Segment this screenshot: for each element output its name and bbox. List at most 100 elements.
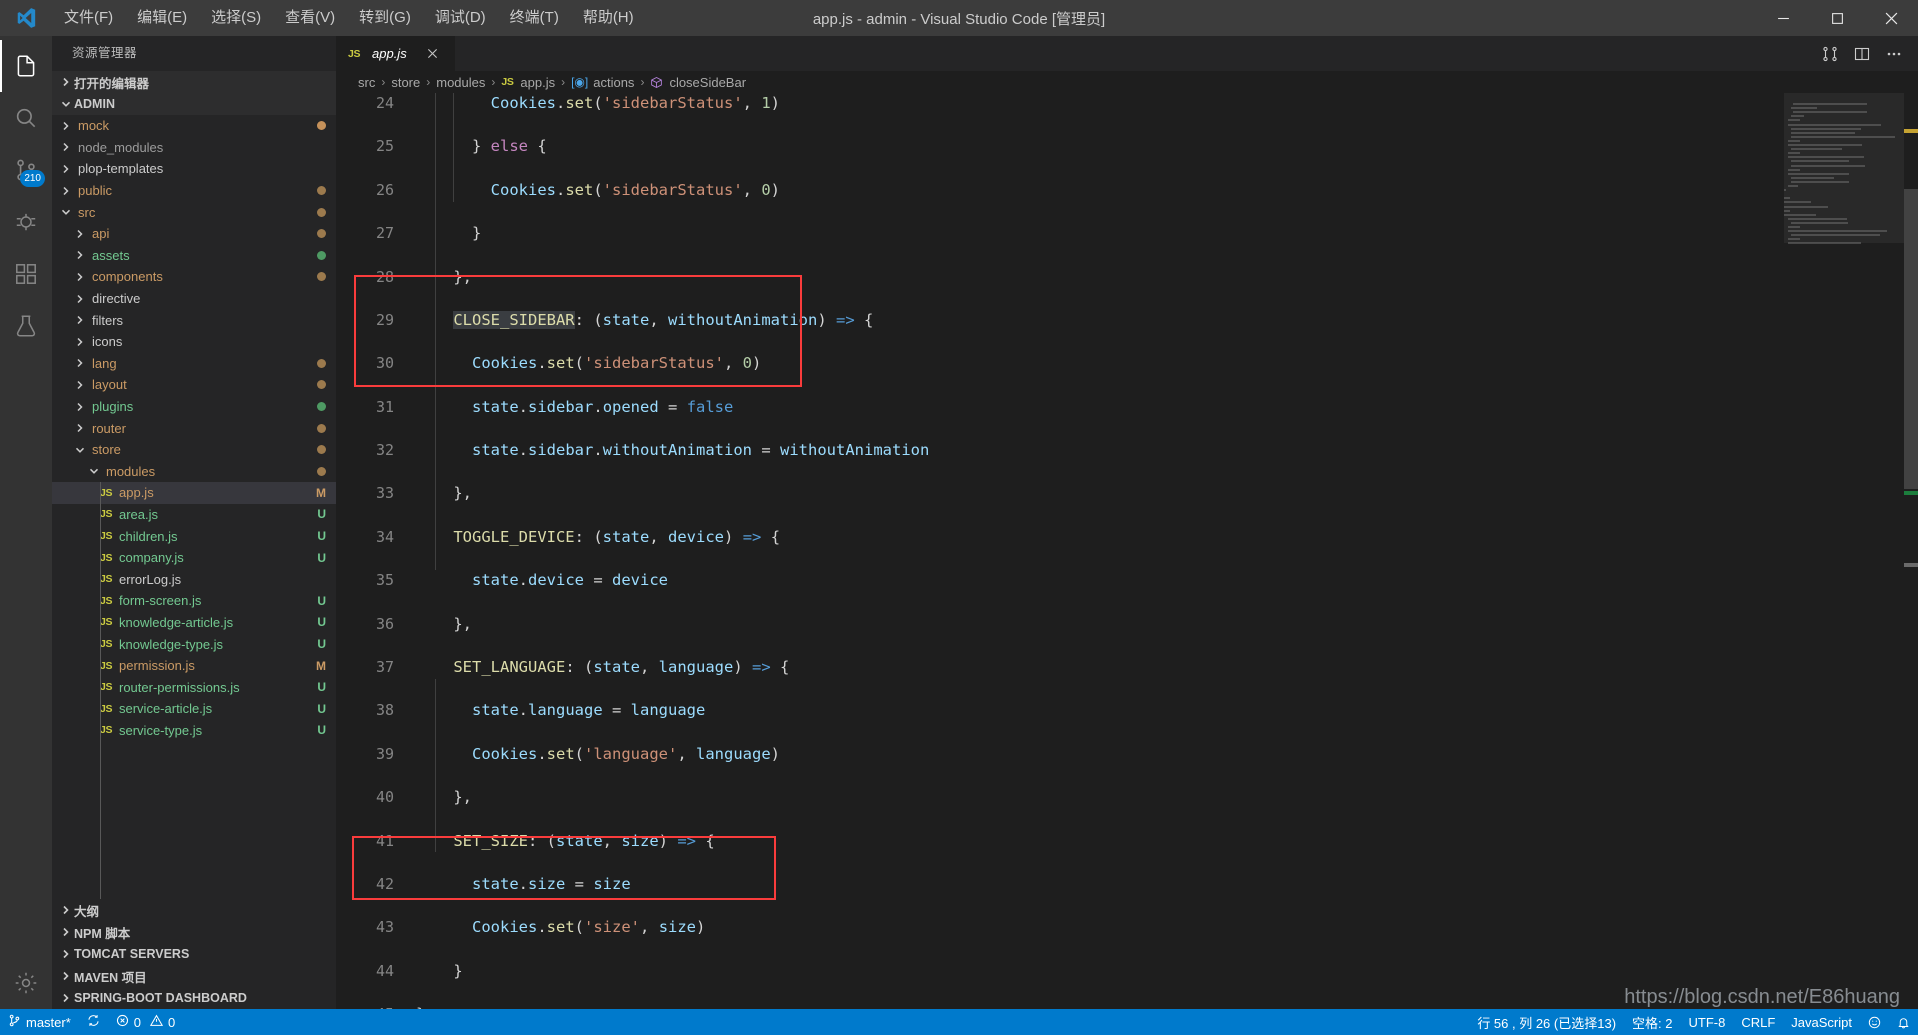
activitybar-search-icon[interactable] xyxy=(0,92,52,144)
menu-bar[interactable]: 文件(F) 编辑(E) 选择(S) 查看(V) 转到(G) 调试(D) 终端(T… xyxy=(52,0,646,36)
code-line[interactable]: 28 }, xyxy=(336,267,1918,289)
tree-file-company-js[interactable]: JS company.js U xyxy=(52,547,336,569)
more-actions-icon[interactable] xyxy=(1880,40,1908,68)
code-line[interactable]: 44 } xyxy=(336,961,1918,983)
tree-file-router-permissions-js[interactable]: JS router-permissions.js U xyxy=(52,676,336,698)
code-line[interactable]: 26 Cookies.set('sidebarStatus', 0) xyxy=(336,180,1918,202)
sidebar-section-outline[interactable]: 大纲 xyxy=(52,899,336,921)
tree-file-app-js[interactable]: JS app.js M xyxy=(52,482,336,504)
status-branch[interactable]: master* xyxy=(0,1009,79,1035)
menu-debug[interactable]: 调试(D) xyxy=(423,0,498,36)
code-line[interactable]: 39 Cookies.set('language', language) xyxy=(336,744,1918,766)
tree-folder-public[interactable]: public xyxy=(52,180,336,202)
menu-selection[interactable]: 选择(S) xyxy=(199,0,273,36)
tree-file-form-screen-js[interactable]: JS form-screen.js U xyxy=(52,590,336,612)
editor-tab-app-js[interactable]: JS app.js xyxy=(336,36,456,71)
activitybar-debug-icon[interactable] xyxy=(0,196,52,248)
code-line[interactable]: 24 Cookies.set('sidebarStatus', 1) xyxy=(336,93,1918,115)
status-bar[interactable]: master* 0 0 行 56 , 列 26 (已选择13) 空格: 2 UT… xyxy=(0,1009,1918,1035)
editor-vertical-scrollbar[interactable] xyxy=(1904,93,1918,1009)
code-lines[interactable]: 24 Cookies.set('sidebarStatus', 1) 25 } e… xyxy=(336,93,1918,1009)
code-line[interactable]: 41 SET_SIZE: (state, size) => { xyxy=(336,831,1918,853)
sidebar-section-folder[interactable]: ADMIN xyxy=(52,93,336,115)
tree-folder-plop-templates[interactable]: plop-templates xyxy=(52,158,336,180)
activity-bar[interactable]: 210 xyxy=(0,36,52,1009)
activitybar-extensions-icon[interactable] xyxy=(0,248,52,300)
tree-file-knowledge-type-js[interactable]: JS knowledge-type.js U xyxy=(52,633,336,655)
minimap[interactable] xyxy=(1784,93,1904,1009)
tree-folder-filters[interactable]: filters xyxy=(52,309,336,331)
tree-folder-modules[interactable]: modules xyxy=(52,461,336,483)
tree-file-service-article-js[interactable]: JS service-article.js U xyxy=(52,698,336,720)
tree-folder-store[interactable]: store xyxy=(52,439,336,461)
tree-file-children-js[interactable]: JS children.js U xyxy=(52,525,336,547)
split-compare-icon[interactable] xyxy=(1816,40,1844,68)
menu-help[interactable]: 帮助(H) xyxy=(571,0,646,36)
code-line[interactable]: 25 } else { xyxy=(336,136,1918,158)
status-notifications-bell-icon[interactable] xyxy=(1889,1009,1918,1035)
maximize-button[interactable] xyxy=(1810,0,1864,36)
breadcrumb-item-closesidebar[interactable]: closeSideBar xyxy=(650,75,746,90)
split-editor-icon[interactable] xyxy=(1848,40,1876,68)
editor-tab-actions[interactable] xyxy=(1816,36,1918,71)
tree-folder-mock[interactable]: mock xyxy=(52,115,336,137)
close-icon[interactable] xyxy=(423,44,443,64)
tree-file-area-js[interactable]: JS area.js U xyxy=(52,504,336,526)
breadcrumb-item-app-js[interactable]: JS app.js xyxy=(501,75,555,90)
menu-go[interactable]: 转到(G) xyxy=(347,0,423,36)
status-eol[interactable]: CRLF xyxy=(1733,1009,1783,1035)
tree-file-service-type-js[interactable]: JS service-type.js U xyxy=(52,720,336,742)
code-line[interactable]: 42 state.size = size xyxy=(336,874,1918,896)
tree-folder-src[interactable]: src xyxy=(52,201,336,223)
code-line[interactable]: 38 state.language = language xyxy=(336,700,1918,722)
code-line[interactable]: 35 state.device = device xyxy=(336,570,1918,592)
tree-file-errorLog-js[interactable]: JS errorLog.js xyxy=(52,568,336,590)
status-sync[interactable] xyxy=(79,1009,108,1035)
status-cursor-position[interactable]: 行 56 , 列 26 (已选择13) xyxy=(1469,1009,1624,1035)
scrollbar-thumb[interactable] xyxy=(1904,189,1918,489)
tree-folder-assets[interactable]: assets xyxy=(52,245,336,267)
code-line[interactable]: 40 }, xyxy=(336,787,1918,809)
menu-edit[interactable]: 编辑(E) xyxy=(125,0,199,36)
tree-folder-directive[interactable]: directive xyxy=(52,288,336,310)
menu-file[interactable]: 文件(F) xyxy=(52,0,125,36)
breadcrumb-item-modules[interactable]: modules xyxy=(436,75,485,90)
tree-folder-components[interactable]: components xyxy=(52,266,336,288)
tree-folder-plugins[interactable]: plugins xyxy=(52,396,336,418)
breadcrumb-item-src[interactable]: src xyxy=(358,75,375,90)
status-encoding[interactable]: UTF-8 xyxy=(1681,1009,1734,1035)
tree-folder-icons[interactable]: icons xyxy=(52,331,336,353)
sidebar-section-spring-boot-dashboard[interactable]: SPRING-BOOT DASHBOARD xyxy=(52,987,336,1009)
minimap-slider[interactable] xyxy=(1784,93,1904,243)
tree-file-permission-js[interactable]: JS permission.js M xyxy=(52,655,336,677)
sidebar-section-tomcat-servers[interactable]: TOMCAT SERVERS xyxy=(52,943,336,965)
menu-terminal[interactable]: 终端(T) xyxy=(498,0,571,36)
breadcrumb-item-actions[interactable]: [◉] actions xyxy=(571,75,634,90)
minimize-button[interactable] xyxy=(1756,0,1810,36)
code-line[interactable]: 34 TOGGLE_DEVICE: (state, device) => { xyxy=(336,527,1918,549)
code-line[interactable]: 29 CLOSE_SIDEBAR: (state, withoutAnimati… xyxy=(336,310,1918,332)
sidebar-section-maven-projects[interactable]: MAVEN 项目 xyxy=(52,965,336,987)
status-feedback-smiley-icon[interactable] xyxy=(1860,1009,1889,1035)
tree-folder-api[interactable]: api xyxy=(52,223,336,245)
code-line[interactable]: 33 }, xyxy=(336,483,1918,505)
code-line[interactable]: 31 state.sidebar.opened = false xyxy=(336,397,1918,419)
code-line[interactable]: 27 } xyxy=(336,223,1918,245)
sidebar-section-open-editors[interactable]: 打开的编辑器 xyxy=(52,71,336,93)
activitybar-source-control-icon[interactable]: 210 xyxy=(0,144,52,196)
tree-folder-layout[interactable]: layout xyxy=(52,374,336,396)
status-language-mode[interactable]: JavaScript xyxy=(1783,1009,1860,1035)
close-button[interactable] xyxy=(1864,0,1918,36)
menu-view[interactable]: 查看(V) xyxy=(273,0,347,36)
file-tree[interactable]: mock node_modules plop-templates public src a… xyxy=(52,115,336,899)
code-line[interactable]: 37 SET_LANGUAGE: (state, language) => { xyxy=(336,657,1918,679)
activitybar-files-icon[interactable] xyxy=(0,40,52,92)
status-bar-right[interactable]: 行 56 , 列 26 (已选择13) 空格: 2 UTF-8 CRLF Jav… xyxy=(1469,1009,1918,1035)
tree-folder-lang[interactable]: lang xyxy=(52,353,336,375)
breadcrumb-item-store[interactable]: store xyxy=(391,75,420,90)
tree-folder-router[interactable]: router xyxy=(52,417,336,439)
editor-tab-bar[interactable]: JS app.js xyxy=(336,36,1918,71)
tree-file-knowledge-article-js[interactable]: JS knowledge-article.js U xyxy=(52,612,336,634)
status-indentation[interactable]: 空格: 2 xyxy=(1624,1009,1680,1035)
tree-folder-node_modules[interactable]: node_modules xyxy=(52,137,336,159)
